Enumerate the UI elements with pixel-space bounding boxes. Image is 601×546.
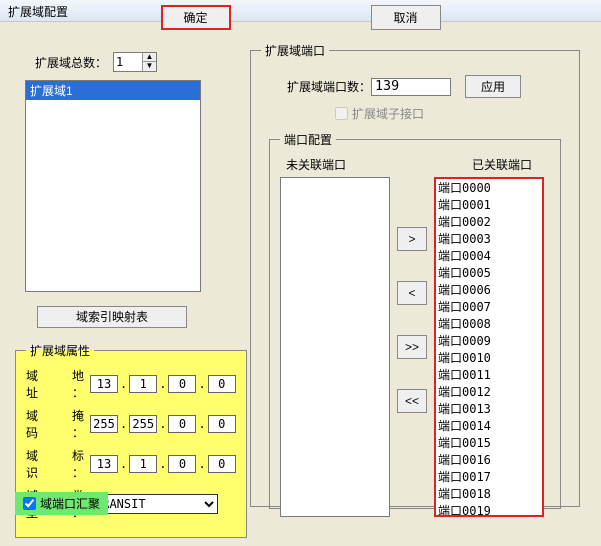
list-item[interactable]: 端口0000 <box>436 179 542 196</box>
list-item[interactable]: 端口0019 <box>436 502 542 517</box>
addr-row: 域 地 址： . . . <box>26 367 236 401</box>
dialog-buttons: 确定 取消 <box>0 5 601 30</box>
list-item[interactable]: 端口0001 <box>436 196 542 213</box>
id-seg-2[interactable] <box>168 455 196 473</box>
domain-count-row: 扩展域总数： ▲ ▼ <box>35 52 235 72</box>
mask-seg-0[interactable] <box>90 415 118 433</box>
id-seg-1[interactable] <box>129 455 157 473</box>
port-config-body: > < >> << 端口0000端口0001端口0002端口0003端口0004… <box>280 177 550 517</box>
port-config-group: 端口配置 未关联端口 已关联端口 > < >> << 端口0000端口0001端… <box>269 131 561 509</box>
content-area: 扩展域总数： ▲ ▼ 扩展域1 域索引映射表 扩展域属性 域 地 址： . . … <box>0 22 601 38</box>
ok-button[interactable]: 确定 <box>161 5 231 30</box>
move-left-button[interactable]: < <box>397 281 427 305</box>
addr-seg-1[interactable] <box>129 375 157 393</box>
domain-count-label: 扩展域总数： <box>35 54 107 71</box>
mask-seg-3[interactable] <box>208 415 236 433</box>
port-aggregation-check[interactable]: 域端口汇聚 <box>15 492 108 515</box>
mask-seg-1[interactable] <box>129 415 157 433</box>
domain-port-group: 扩展域端口 扩展域端口数： 应用 扩展域子接口 端口配置 未关联端口 已关联端口… <box>250 42 580 507</box>
child-interface-label: 扩展域子接口 <box>352 105 424 122</box>
list-item[interactable]: 端口0017 <box>436 468 542 485</box>
id-seg-0[interactable] <box>90 455 118 473</box>
list-item[interactable]: 端口0012 <box>436 383 542 400</box>
list-item[interactable]: 端口0013 <box>436 400 542 417</box>
addr-seg-2[interactable] <box>168 375 196 393</box>
domain-attrs-legend: 扩展域属性 <box>26 342 94 359</box>
spinner-down-icon[interactable]: ▼ <box>143 62 156 71</box>
domain-port-legend: 扩展域端口 <box>261 42 329 59</box>
list-item[interactable]: 端口0008 <box>436 315 542 332</box>
domain-list-item[interactable]: 扩展域1 <box>26 81 200 100</box>
port-count-input[interactable] <box>371 78 451 96</box>
domain-listbox[interactable]: 扩展域1 <box>25 80 201 292</box>
cancel-button[interactable]: 取消 <box>371 5 441 30</box>
addr-seg-0[interactable] <box>90 375 118 393</box>
port-config-headers: 未关联端口 已关联端口 <box>280 156 550 173</box>
move-right-button[interactable]: > <box>397 227 427 251</box>
port-aggregation-checkbox[interactable] <box>23 497 36 510</box>
left-column: 扩展域总数： ▲ ▼ 扩展域1 域索引映射表 <box>15 52 235 328</box>
port-config-legend: 端口配置 <box>280 131 336 148</box>
port-aggregation-label: 域端口汇聚 <box>40 495 100 512</box>
id-label: 域 标 识： <box>26 447 86 481</box>
apply-button[interactable]: 应用 <box>465 75 521 98</box>
list-item[interactable]: 端口0011 <box>436 366 542 383</box>
port-count-row: 扩展域端口数： 应用 <box>287 75 569 98</box>
list-item[interactable]: 端口0016 <box>436 451 542 468</box>
addr-seg-3[interactable] <box>208 375 236 393</box>
list-item[interactable]: 端口0003 <box>436 230 542 247</box>
list-item[interactable]: 端口0004 <box>436 247 542 264</box>
list-item[interactable]: 端口0014 <box>436 417 542 434</box>
id-seg-3[interactable] <box>208 455 236 473</box>
domain-count-spinner[interactable]: ▲ ▼ <box>113 52 157 72</box>
addr-label: 域 地 址： <box>26 367 86 401</box>
child-interface-check: 扩展域子接口 <box>331 104 569 123</box>
mask-row: 域 掩 码： . . . <box>26 407 236 441</box>
list-item[interactable]: 端口0010 <box>436 349 542 366</box>
unassoc-listbox[interactable] <box>280 177 390 517</box>
index-map-button[interactable]: 域索引映射表 <box>37 306 187 328</box>
assoc-header: 已关联端口 <box>472 156 532 173</box>
list-item[interactable]: 端口0005 <box>436 264 542 281</box>
mask-label: 域 掩 码： <box>26 407 86 441</box>
type-select[interactable]: TRANSIT <box>90 494 218 514</box>
list-item[interactable]: 端口0007 <box>436 298 542 315</box>
child-interface-checkbox <box>335 107 348 120</box>
move-allright-button[interactable]: >> <box>397 335 427 359</box>
list-item[interactable]: 端口0006 <box>436 281 542 298</box>
assoc-listbox[interactable]: 端口0000端口0001端口0002端口0003端口0004端口0005端口00… <box>434 177 544 517</box>
list-item[interactable]: 端口0009 <box>436 332 542 349</box>
mask-seg-2[interactable] <box>168 415 196 433</box>
domain-count-input[interactable] <box>114 53 142 71</box>
unassoc-header: 未关联端口 <box>286 156 404 173</box>
list-item[interactable]: 端口0018 <box>436 485 542 502</box>
move-allleft-button[interactable]: << <box>397 389 427 413</box>
port-count-label: 扩展域端口数： <box>287 78 371 95</box>
move-buttons: > < >> << <box>390 177 434 517</box>
id-row: 域 标 识： . . . <box>26 447 236 481</box>
list-item[interactable]: 端口0015 <box>436 434 542 451</box>
list-item[interactable]: 端口0002 <box>436 213 542 230</box>
